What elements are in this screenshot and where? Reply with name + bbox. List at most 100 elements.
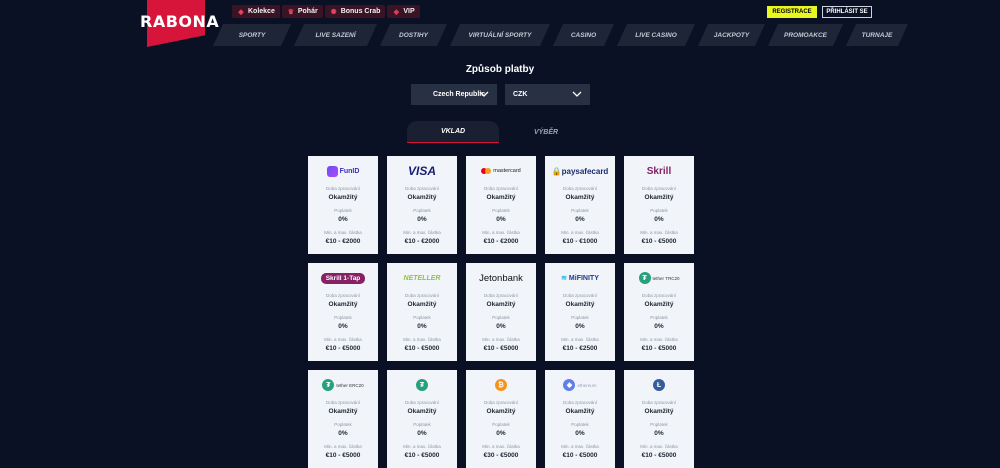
- bitcoin-logo: ₿: [495, 379, 507, 391]
- payment-methods-grid: FunID Doba zpracování Okamžitý Poplatek …: [308, 156, 694, 468]
- fee-label: Poplatek: [571, 422, 589, 427]
- payment-card-mifinity[interactable]: ≋ MiFINITY Doba zpracování Okamžitý Popl…: [545, 263, 615, 361]
- processing-value: Okamžitý: [565, 194, 595, 201]
- nav-virtualni-sporty[interactable]: VIRTUÁLNÍ SPORTY: [450, 24, 550, 46]
- limits-value: €30 - €5000: [483, 452, 519, 459]
- nav-live-casino[interactable]: LIVE CASINO: [617, 24, 695, 46]
- limits-label: Min. a max. částka: [640, 230, 678, 235]
- tether-logo: ₮: [416, 379, 428, 391]
- ethereum-logo: ◆ ethereum: [563, 379, 597, 391]
- limits-value: €10 - €2000: [325, 238, 361, 245]
- limits-value: €10 - €5000: [325, 345, 361, 352]
- fee-label: Poplatek: [492, 208, 510, 213]
- skrill-1tap-logo: Skrill 1-Tap: [320, 272, 366, 284]
- payment-card-tether-trc20[interactable]: ₮ tether TRC20 Doba zpracování Okamžitý P…: [624, 263, 694, 361]
- limits-value: €10 - €2000: [404, 238, 440, 245]
- login-button[interactable]: PŘIHLÁSIT SE: [822, 6, 872, 18]
- funid-logo: FunID: [326, 165, 359, 177]
- fee-label: Poplatek: [650, 315, 668, 320]
- processing-value: Okamžitý: [644, 408, 674, 415]
- processing-value: Okamžitý: [486, 194, 516, 201]
- fee-value: 0%: [417, 323, 427, 330]
- processing-value: Okamžitý: [644, 194, 674, 201]
- payment-card-skrill[interactable]: Skrill Doba zpracování Okamžitý Poplatek…: [624, 156, 694, 254]
- limits-value: €10 - €1000: [562, 238, 598, 245]
- currency-value: CZK: [513, 91, 528, 98]
- processing-label: Doba zpracování: [483, 186, 519, 191]
- limits-value: €10 - €5000: [325, 452, 361, 459]
- limits-label: Min. a max. částka: [482, 337, 520, 342]
- fee-label: Poplatek: [492, 422, 510, 427]
- register-button[interactable]: REGISTRACE: [767, 6, 817, 18]
- limits-label: Min. a max. částka: [403, 337, 441, 342]
- fee-value: 0%: [338, 430, 348, 437]
- processing-value: Okamžitý: [486, 408, 516, 415]
- payment-card-mastercard[interactable]: mastercard Doba zpracování Okamžitý Popl…: [466, 156, 536, 254]
- topbar-vip[interactable]: ◈ VIP: [387, 5, 420, 18]
- nav-live-sazeni[interactable]: LIVE SAZENÍ: [294, 24, 377, 46]
- topbar-bonus-crab[interactable]: ✺ Bonus Crab: [324, 5, 386, 18]
- fee-label: Poplatek: [650, 208, 668, 213]
- payment-card-funid[interactable]: FunID Doba zpracování Okamžitý Poplatek …: [308, 156, 378, 254]
- country-value: Czech Republic: [433, 91, 486, 98]
- chevron-down-icon: [572, 91, 582, 97]
- limits-label: Min. a max. částka: [561, 337, 599, 342]
- limits-label: Min. a max. částka: [324, 337, 362, 342]
- top-links: ◆ Kolekce ♛ Pohár ✺ Bonus Crab ◈ VIP: [232, 5, 420, 18]
- fee-value: 0%: [496, 216, 506, 223]
- processing-value: Okamžitý: [328, 194, 358, 201]
- fee-value: 0%: [654, 430, 664, 437]
- nav-sporty[interactable]: SPORTY: [213, 24, 291, 46]
- fee-value: 0%: [338, 323, 348, 330]
- payment-card-neteller[interactable]: NETELLER Doba zpracování Okamžitý Poplat…: [387, 263, 457, 361]
- fee-value: 0%: [417, 216, 427, 223]
- processing-label: Doba zpracování: [404, 400, 440, 405]
- processing-label: Doba zpracování: [325, 400, 361, 405]
- payment-card-litecoin[interactable]: Ł Doba zpracování Okamžitý Poplatek 0% M…: [624, 370, 694, 468]
- limits-label: Min. a max. částka: [324, 444, 362, 449]
- payment-card-bitcoin[interactable]: ₿ Doba zpracování Okamžitý Poplatek 0% M…: [466, 370, 536, 468]
- limits-value: €10 - €5000: [641, 345, 677, 352]
- tab-deposit[interactable]: VKLAD: [407, 121, 499, 143]
- nav-jackpoty[interactable]: JACKPOTY: [698, 24, 765, 46]
- payment-card-visa[interactable]: VISA Doba zpracování Okamžitý Poplatek 0…: [387, 156, 457, 254]
- fee-value: 0%: [654, 216, 664, 223]
- fee-value: 0%: [496, 430, 506, 437]
- nav-turnaje[interactable]: TURNAJE: [846, 24, 908, 46]
- fee-label: Poplatek: [571, 208, 589, 213]
- fee-label: Poplatek: [413, 422, 431, 427]
- limits-label: Min. a max. částka: [482, 230, 520, 235]
- limits-label: Min. a max. částka: [561, 444, 599, 449]
- topbar-kolekce[interactable]: ◆ Kolekce: [232, 5, 280, 18]
- currency-select[interactable]: CZK: [505, 84, 590, 105]
- tether-trc20-logo: ₮ tether TRC20: [638, 272, 679, 284]
- payment-card-skrill-1tap[interactable]: Skrill 1-Tap Doba zpracování Okamžitý Po…: [308, 263, 378, 361]
- limits-value: €10 - €2500: [562, 345, 598, 352]
- processing-value: Okamžitý: [407, 194, 437, 201]
- paysafecard-logo: 🔒paysafecard: [551, 166, 609, 176]
- payment-card-tether-erc20[interactable]: ₮ tether ERC20 Doba zpracování Okamžitý P…: [308, 370, 378, 468]
- nav-casino[interactable]: CASINO: [553, 24, 614, 46]
- tab-withdraw[interactable]: VÝBĚR: [500, 121, 592, 143]
- limits-label: Min. a max. částka: [482, 444, 520, 449]
- fee-label: Poplatek: [413, 315, 431, 320]
- limits-value: €10 - €5000: [641, 238, 677, 245]
- payment-card-tether[interactable]: ₮ Doba zpracování Okamžitý Poplatek 0% M…: [387, 370, 457, 468]
- fee-value: 0%: [417, 430, 427, 437]
- payment-card-paysafecard[interactable]: 🔒paysafecard Doba zpracování Okamžitý Po…: [545, 156, 615, 254]
- payment-card-ethereum[interactable]: ◆ ethereum Doba zpracování Okamžitý Popla…: [545, 370, 615, 468]
- nav-dostihy[interactable]: DOSTIHY: [380, 24, 447, 46]
- jetonbank-logo: Jetonbank: [479, 272, 523, 284]
- chevron-down-icon: [479, 91, 489, 97]
- topbar-pohar[interactable]: ♛ Pohár: [281, 5, 323, 18]
- processing-label: Doba zpracování: [641, 293, 677, 298]
- processing-value: Okamžitý: [565, 408, 595, 415]
- payment-card-jetonbank[interactable]: Jetonbank Doba zpracování Okamžitý Popla…: [466, 263, 536, 361]
- limits-value: €10 - €5000: [404, 345, 440, 352]
- fee-value: 0%: [575, 216, 585, 223]
- country-select[interactable]: Czech Republic: [411, 84, 497, 105]
- nav-promoakce[interactable]: PROMOAKCE: [768, 24, 843, 46]
- fee-value: 0%: [338, 216, 348, 223]
- processing-label: Doba zpracování: [483, 293, 519, 298]
- brand-logo[interactable]: RABONA: [140, 12, 219, 31]
